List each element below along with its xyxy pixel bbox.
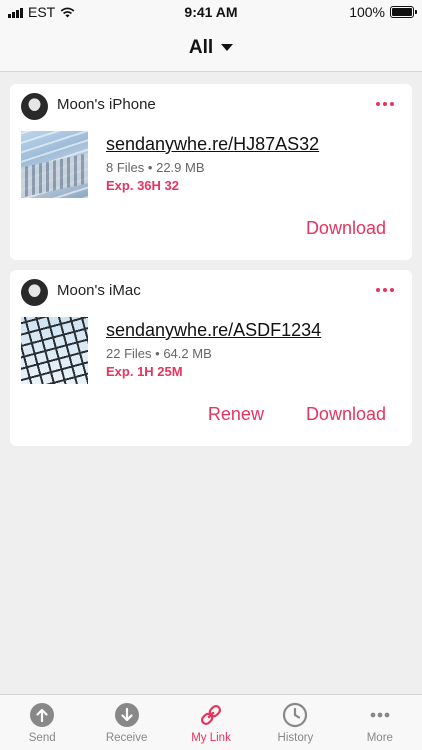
download-button[interactable]: Download [306,218,386,239]
link-card: Moon's iMac sendanywhe.re/ASDF1234 22 Fi… [10,270,412,446]
avatar [21,279,48,306]
tab-more[interactable]: More [338,695,422,750]
more-options-button[interactable] [376,98,394,110]
more-options-button[interactable] [376,284,394,296]
tab-label: Receive [105,732,148,744]
card-actions: Renew Download [208,404,386,425]
expiry-label: Exp. 36H 32 [106,178,179,193]
tab-receive[interactable]: Receive [84,695,168,750]
file-meta: 22 Files • 64.2 MB [106,346,212,361]
thumbnail-image [21,317,88,384]
tab-label: More [366,732,393,744]
status-right: 100% [349,4,417,20]
link-card: Moon's iPhone sendanywhe.re/HJ87AS32 8 F… [10,84,412,260]
tab-label: Send [28,732,56,744]
clock-icon [282,702,308,728]
link-icon [198,702,224,728]
caret-down-icon [221,44,234,51]
file-meta: 8 Files • 22.9 MB [106,160,205,175]
status-bar: EST 9:41 AM 100% [0,0,422,24]
file-size: 22.9 MB [156,160,205,175]
battery-icon [390,6,417,18]
filter-label: All [188,36,214,58]
link-list: Moon's iPhone sendanywhe.re/HJ87AS32 8 F… [0,72,422,694]
tab-send[interactable]: Send [0,695,84,750]
nav-bar: All [0,24,422,72]
filter-dropdown[interactable]: All [188,36,234,59]
avatar [21,93,48,120]
file-size: 64.2 MB [163,346,212,361]
arrow-down-circle-icon [114,702,140,728]
share-link[interactable]: sendanywhe.re/HJ87AS32 [106,134,319,155]
tab-label: History [277,732,314,744]
card-actions: Download [306,218,386,239]
tab-label: My Link [191,732,231,744]
battery-percent: 100% [349,4,385,20]
bullet-separator: • [147,160,157,175]
device-name: Moon's iMac [57,282,141,299]
share-link[interactable]: sendanywhe.re/ASDF1234 [106,320,321,341]
expiry-label: Exp. 1H 25M [106,364,183,379]
tab-my-link[interactable]: My Link [169,695,253,750]
renew-button[interactable]: Renew [208,404,264,425]
tab-bar: Send Receive My Link History More [0,694,422,750]
file-count: 8 Files [106,160,145,175]
tab-history[interactable]: History [253,695,337,750]
download-button[interactable]: Download [306,404,386,425]
ellipsis-icon [367,702,393,728]
thumbnail-image [21,131,88,198]
file-count: 22 Files [106,346,152,361]
arrow-up-circle-icon [29,702,55,728]
device-name: Moon's iPhone [57,96,156,113]
